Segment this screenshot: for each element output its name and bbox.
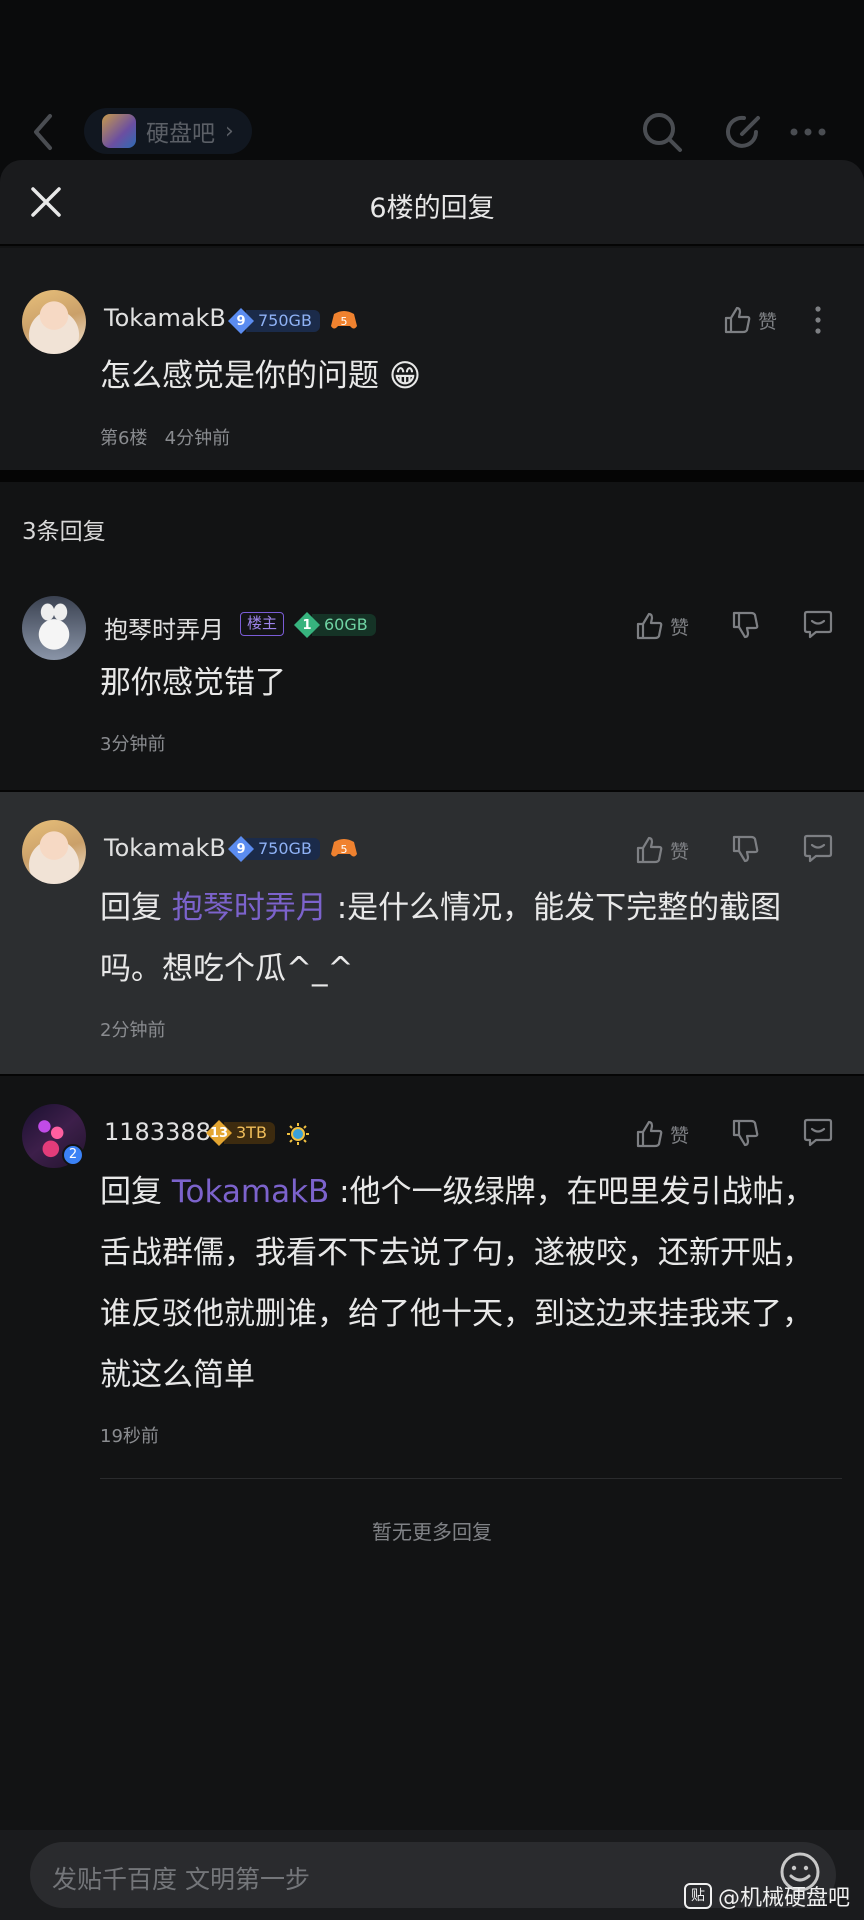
no-more-replies: 暂无更多回复 xyxy=(372,1520,492,1544)
comment-icon[interactable] xyxy=(802,608,834,640)
reply-text: 那你感觉错了 xyxy=(100,665,286,701)
like-label: 赞 xyxy=(670,616,690,639)
svg-text:5: 5 xyxy=(341,843,348,856)
mention-link[interactable]: 抱琴时弄月 xyxy=(172,890,327,926)
comment-icon[interactable] xyxy=(802,832,834,864)
reply-prefix: 回复 xyxy=(100,1174,172,1210)
forum-avatar xyxy=(102,114,136,148)
thumbs-down-icon[interactable] xyxy=(730,1116,760,1148)
like-label: 赞 xyxy=(670,840,690,863)
avatar[interactable] xyxy=(22,290,86,354)
thumbs-up-icon xyxy=(724,306,751,334)
comment-meta: 第6楼 4分钟前 xyxy=(100,424,230,450)
mention-link[interactable]: TokamakB xyxy=(172,1174,329,1210)
watermark-text: @机械硬盘吧 xyxy=(718,1886,851,1911)
reply-text: 回复 抱琴时弄月 :是什么情况，能发下完整的截图吗。想吃个瓜^_^ xyxy=(100,878,840,1000)
back-arrow-icon[interactable] xyxy=(26,112,62,152)
thumbs-up-icon xyxy=(636,836,663,864)
username[interactable]: 抱琴时弄月 xyxy=(104,610,224,645)
like-label: 赞 xyxy=(758,310,778,333)
avatar[interactable] xyxy=(22,596,86,660)
divider xyxy=(100,1478,842,1479)
level-badge: 13 3TB xyxy=(206,1120,275,1146)
tieba-logo-icon: 贴 xyxy=(684,1883,712,1909)
replies-sheet: 6楼的回复 TokamakB 9 750GB 5 赞 怎么感觉是你的问题 😁 第… xyxy=(0,160,864,1920)
like-label: 赞 xyxy=(670,1124,690,1147)
more-vertical-icon[interactable] xyxy=(806,304,830,336)
forum-name: 硬盘吧 xyxy=(146,121,215,147)
floor-label: 第6楼 xyxy=(100,428,148,449)
username[interactable]: TokamakB xyxy=(104,834,226,862)
thumbs-up-icon xyxy=(636,612,663,640)
thumbs-down-icon[interactable] xyxy=(730,832,760,864)
level-tag: 750GB xyxy=(246,310,320,332)
page-nav: 硬盘吧 › xyxy=(0,90,864,170)
reply-prefix: 回复 xyxy=(100,890,172,926)
search-icon[interactable] xyxy=(640,110,684,154)
comment-text: 怎么感觉是你的问题 😁 xyxy=(100,358,422,394)
status-bar xyxy=(0,0,864,80)
like-button[interactable]: 赞 xyxy=(722,300,777,340)
section-separator xyxy=(0,470,864,482)
game-controller-icon: 5 xyxy=(331,311,357,329)
forum-pill[interactable]: 硬盘吧 › xyxy=(84,108,252,154)
timestamp: 3分钟前 xyxy=(100,734,166,755)
sun-badge-icon xyxy=(287,1123,309,1145)
like-button[interactable]: 赞 xyxy=(634,606,689,646)
timestamp: 2分钟前 xyxy=(100,1020,166,1041)
game-controller-icon: 5 xyxy=(331,839,357,857)
thumbs-down-icon[interactable] xyxy=(730,608,760,640)
avatar[interactable] xyxy=(22,820,86,884)
timestamp: 4分钟前 xyxy=(164,428,231,449)
more-icon[interactable] xyxy=(786,110,830,154)
svg-text:5: 5 xyxy=(341,315,348,328)
comment-icon[interactable] xyxy=(802,1116,834,1148)
reply-text: 回复 TokamakB :他个一级绿牌，在吧里发引战帖，舌战群儒，我看不下去说了… xyxy=(100,1162,840,1406)
input-placeholder: 发贴千百度 文明第一步 xyxy=(52,1865,310,1894)
main-comment: TokamakB 9 750GB 5 赞 怎么感觉是你的问题 😁 第6楼 4分钟… xyxy=(0,248,864,470)
username[interactable]: 1183388 xyxy=(104,1118,211,1146)
sheet-header: 6楼的回复 xyxy=(0,160,864,246)
sheet-title: 6楼的回复 xyxy=(369,193,495,224)
level-badge: 9 750GB xyxy=(228,836,320,862)
edit-icon[interactable] xyxy=(722,110,766,154)
chevron-right-icon: › xyxy=(225,118,234,144)
like-button[interactable]: 赞 xyxy=(634,830,689,870)
timestamp: 19秒前 xyxy=(100,1426,159,1447)
level-badge: 1 60GB xyxy=(294,612,376,638)
thumbs-up-icon xyxy=(636,1120,663,1148)
row-divider xyxy=(0,1074,864,1076)
username[interactable]: TokamakB xyxy=(104,304,226,332)
watermark: 贴 @机械硬盘吧 xyxy=(684,1880,850,1912)
level-tag: 750GB xyxy=(246,838,320,860)
level-badge: 9 750GB xyxy=(228,308,320,334)
avatar-badge: 2 xyxy=(62,1144,84,1166)
like-button[interactable]: 赞 xyxy=(634,1114,689,1154)
level-tag: 60GB xyxy=(312,614,376,636)
op-badge: 楼主 xyxy=(240,612,285,636)
reply-count: 3条回复 xyxy=(22,519,106,545)
